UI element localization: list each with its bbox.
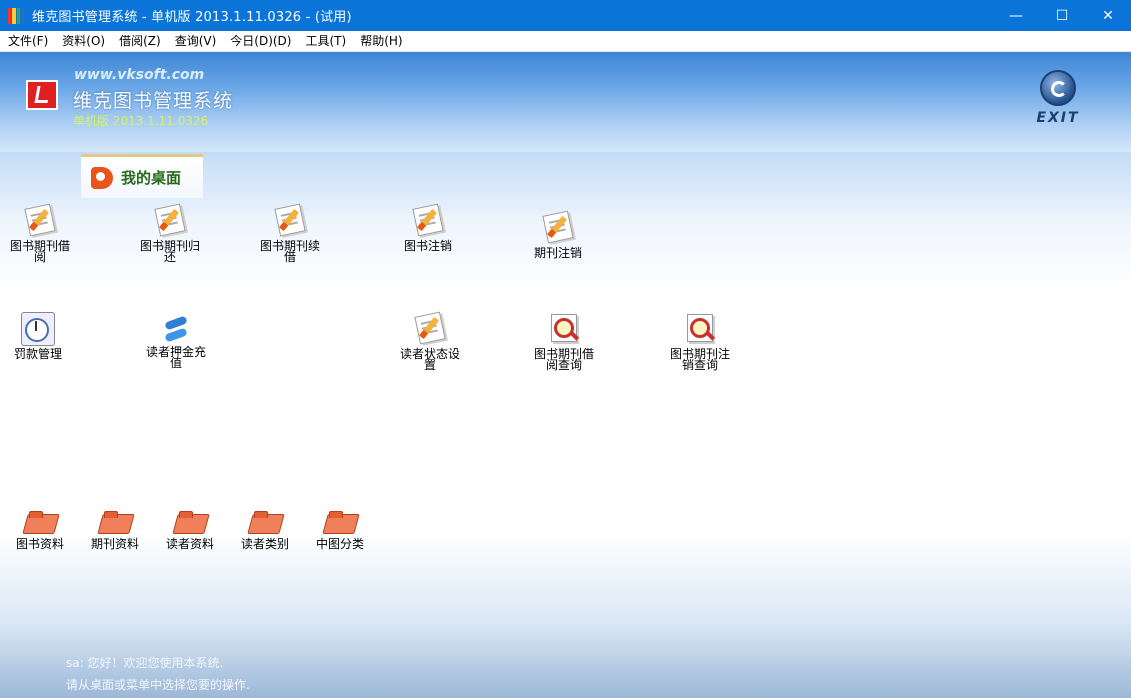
edit-document-icon [542, 210, 574, 245]
folder-icon [98, 510, 132, 536]
shortcut-periodical-data[interactable]: 期刊资料 [75, 506, 155, 550]
shortcut-deposit-recharge[interactable]: 读者押金充值 [136, 312, 216, 369]
power-icon [1040, 70, 1076, 106]
menu-tools[interactable]: 工具(T) [298, 31, 353, 51]
site-url: www.vksoft.com [74, 67, 205, 83]
edit-document-icon [154, 203, 186, 238]
shortcut-label: 图书期刊续借 [259, 239, 320, 264]
app-name: 维克图书管理系统 [73, 90, 234, 112]
shortcut-book-borrow[interactable]: 图书期刊借阅 [0, 203, 80, 264]
shortcut-label: 图书期刊注销查询 [669, 347, 730, 372]
status-hint: 请从桌面或菜单中选择您要的操作. [66, 678, 250, 692]
desktop-tab-icon [91, 166, 113, 189]
status-greeting: sa: 您好！欢迎您使用本系统. [66, 656, 224, 670]
minimize-button[interactable]: — [993, 0, 1039, 31]
refresh-icon [160, 312, 192, 344]
shortcut-label: 图书资料 [15, 537, 64, 551]
shortcut-label: 期刊注销 [533, 246, 582, 260]
shortcut-book-renew[interactable]: 图书期刊续借 [250, 203, 330, 264]
shortcut-label: 读者状态设置 [399, 347, 460, 372]
shortcut-label: 图书期刊借阅查询 [533, 347, 594, 372]
shortcut-periodical-cancel[interactable]: 期刊注销 [518, 210, 598, 260]
close-button[interactable]: ✕ [1085, 0, 1131, 31]
shortcut-label: 中图分类 [315, 537, 364, 551]
shortcut-label: 期刊资料 [90, 537, 139, 551]
app-icon[interactable] [8, 7, 24, 24]
title-bar: 维克图书管理系统 - 单机版 2013.1.11.0326 - (试用) — ☐… [0, 0, 1131, 31]
search-document-icon [684, 314, 716, 346]
shortcut-label: 图书期刊借阅 [9, 239, 70, 264]
shortcut-reader-data[interactable]: 读者资料 [150, 506, 230, 550]
shortcut-label: 罚款管理 [13, 347, 62, 361]
shortcut-label: 读者资料 [165, 537, 214, 551]
shortcut-reader-category[interactable]: 读者类别 [225, 506, 305, 550]
exit-button[interactable]: EXIT [1036, 70, 1080, 130]
shortcut-cancel-query[interactable]: 图书期刊注销查询 [660, 312, 740, 371]
folder-icon [173, 510, 207, 536]
edit-document-icon [24, 203, 56, 238]
edit-document-icon [412, 203, 444, 238]
window-title: 维克图书管理系统 - 单机版 2013.1.11.0326 - (试用) [32, 10, 352, 25]
shortcut-fine-management[interactable]: 罚款管理 [0, 312, 78, 360]
header-banner: www.vksoft.com 维克图书管理系统 单机版 2013.1.11.03… [0, 52, 1131, 152]
tab-label: 我的桌面 [121, 169, 182, 187]
shortcut-clc-classification[interactable]: 中图分类 [300, 506, 380, 550]
shortcut-reader-status[interactable]: 读者状态设置 [390, 311, 470, 372]
shortcut-book-return[interactable]: 图书期刊归还 [130, 203, 210, 264]
edition-label: 单机版 2013.1.11.0326 [73, 114, 209, 128]
maximize-button[interactable]: ☐ [1039, 0, 1085, 31]
menu-query[interactable]: 查询(V) [168, 31, 224, 51]
menu-today[interactable]: 今日(D)(D) [223, 31, 298, 51]
folder-icon [248, 510, 282, 536]
shortcut-borrow-query[interactable]: 图书期刊借阅查询 [524, 312, 604, 371]
edit-document-icon [274, 203, 306, 238]
shortcut-label: 图书期刊归还 [139, 239, 200, 264]
shortcut-book-data[interactable]: 图书资料 [0, 506, 80, 550]
shortcut-label: 读者押金充值 [145, 345, 206, 370]
shortcut-label: 读者类别 [240, 537, 289, 551]
menu-file[interactable]: 文件(F) [0, 31, 55, 51]
shortcut-label: 图书注销 [403, 239, 452, 253]
folder-icon [23, 510, 57, 536]
menu-bar: 文件(F) 资料(O) 借阅(Z) 查询(V) 今日(D)(D) 工具(T) 帮… [0, 31, 1131, 52]
edit-document-icon [414, 311, 446, 346]
tab-my-desktop[interactable]: 我的桌面 [81, 154, 203, 198]
logo-icon [26, 80, 58, 110]
menu-borrow[interactable]: 借阅(Z) [112, 31, 168, 51]
desktop-area: 我的桌面 图书期刊借阅 图书期刊归还 图书期刊续借 图书注销 期刊注销 罚款管理… [0, 152, 1131, 698]
clock-icon [21, 312, 55, 346]
menu-help[interactable]: 帮助(H) [353, 31, 409, 51]
search-document-icon [548, 314, 580, 346]
menu-data[interactable]: 资料(O) [55, 31, 112, 51]
shortcut-book-cancel[interactable]: 图书注销 [388, 203, 468, 253]
exit-label: EXIT [1036, 110, 1080, 126]
folder-icon [323, 510, 357, 536]
